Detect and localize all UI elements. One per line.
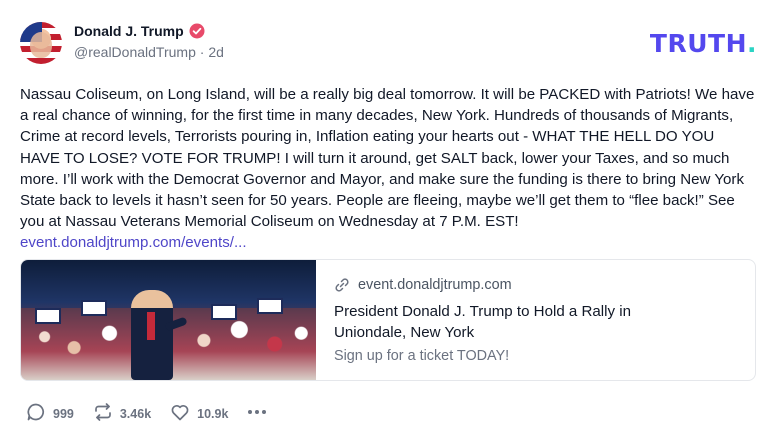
post-body-text: Nassau Coliseum, on Long Island, will be… <box>20 86 755 231</box>
link-preview-domain: event.donaldjtrump.com <box>358 277 512 293</box>
post-header: Donald J. Trump @realDonaldTrump · 2d <box>20 22 757 64</box>
speaker-figure <box>131 290 173 380</box>
reply-count: 999 <box>53 406 74 421</box>
post-age[interactable]: 2d <box>208 44 224 60</box>
verified-badge-icon <box>189 23 205 39</box>
more-icon <box>246 410 268 426</box>
author-handle[interactable]: @realDonaldTrump <box>74 44 196 60</box>
name-row: Donald J. Trump <box>74 23 224 39</box>
rally-sign <box>257 298 283 314</box>
author-display-name[interactable]: Donald J. Trump <box>74 23 184 39</box>
retruth-count: 3.46k <box>119 406 152 421</box>
handle-row: @realDonaldTrump · 2d <box>74 44 224 60</box>
like-count: 10.9k <box>197 406 229 421</box>
post-actions: 999 3.46k 10.9k <box>25 401 268 426</box>
link-icon <box>334 277 350 293</box>
comment-icon <box>25 401 47 426</box>
truth-logo-text: TRUTH <box>649 29 747 58</box>
link-preview-body: event.donaldjtrump.com President Donald … <box>316 260 674 380</box>
post-link[interactable]: event.donaldjtrump.com/events/... <box>20 232 757 253</box>
like-button[interactable]: 10.9k <box>169 401 228 426</box>
truth-post: Donald J. Trump @realDonaldTrump · 2d TR… <box>0 0 777 443</box>
more-options-button[interactable] <box>246 401 268 426</box>
avatar[interactable] <box>20 22 62 64</box>
reply-button[interactable]: 999 <box>25 401 74 426</box>
link-preview-image <box>21 260 316 380</box>
heart-icon <box>169 401 191 426</box>
link-preview-card[interactable]: event.donaldjtrump.com President Donald … <box>20 259 756 381</box>
retruth-icon <box>92 401 114 426</box>
truth-logo-dot: . <box>747 29 757 58</box>
retruth-button[interactable]: 3.46k <box>92 401 151 426</box>
rally-sign <box>211 304 237 320</box>
link-preview-title: President Donald J. Trump to Hold a Rall… <box>334 303 631 341</box>
rally-sign <box>35 308 61 324</box>
truth-logo: TRUTH. <box>650 29 757 58</box>
rally-sign <box>81 300 107 316</box>
link-preview-domain-row: event.donaldjtrump.com <box>334 277 674 293</box>
author-identity: Donald J. Trump @realDonaldTrump · 2d <box>74 23 224 60</box>
link-preview-subtitle: Sign up for a ticket TODAY! <box>334 348 510 364</box>
